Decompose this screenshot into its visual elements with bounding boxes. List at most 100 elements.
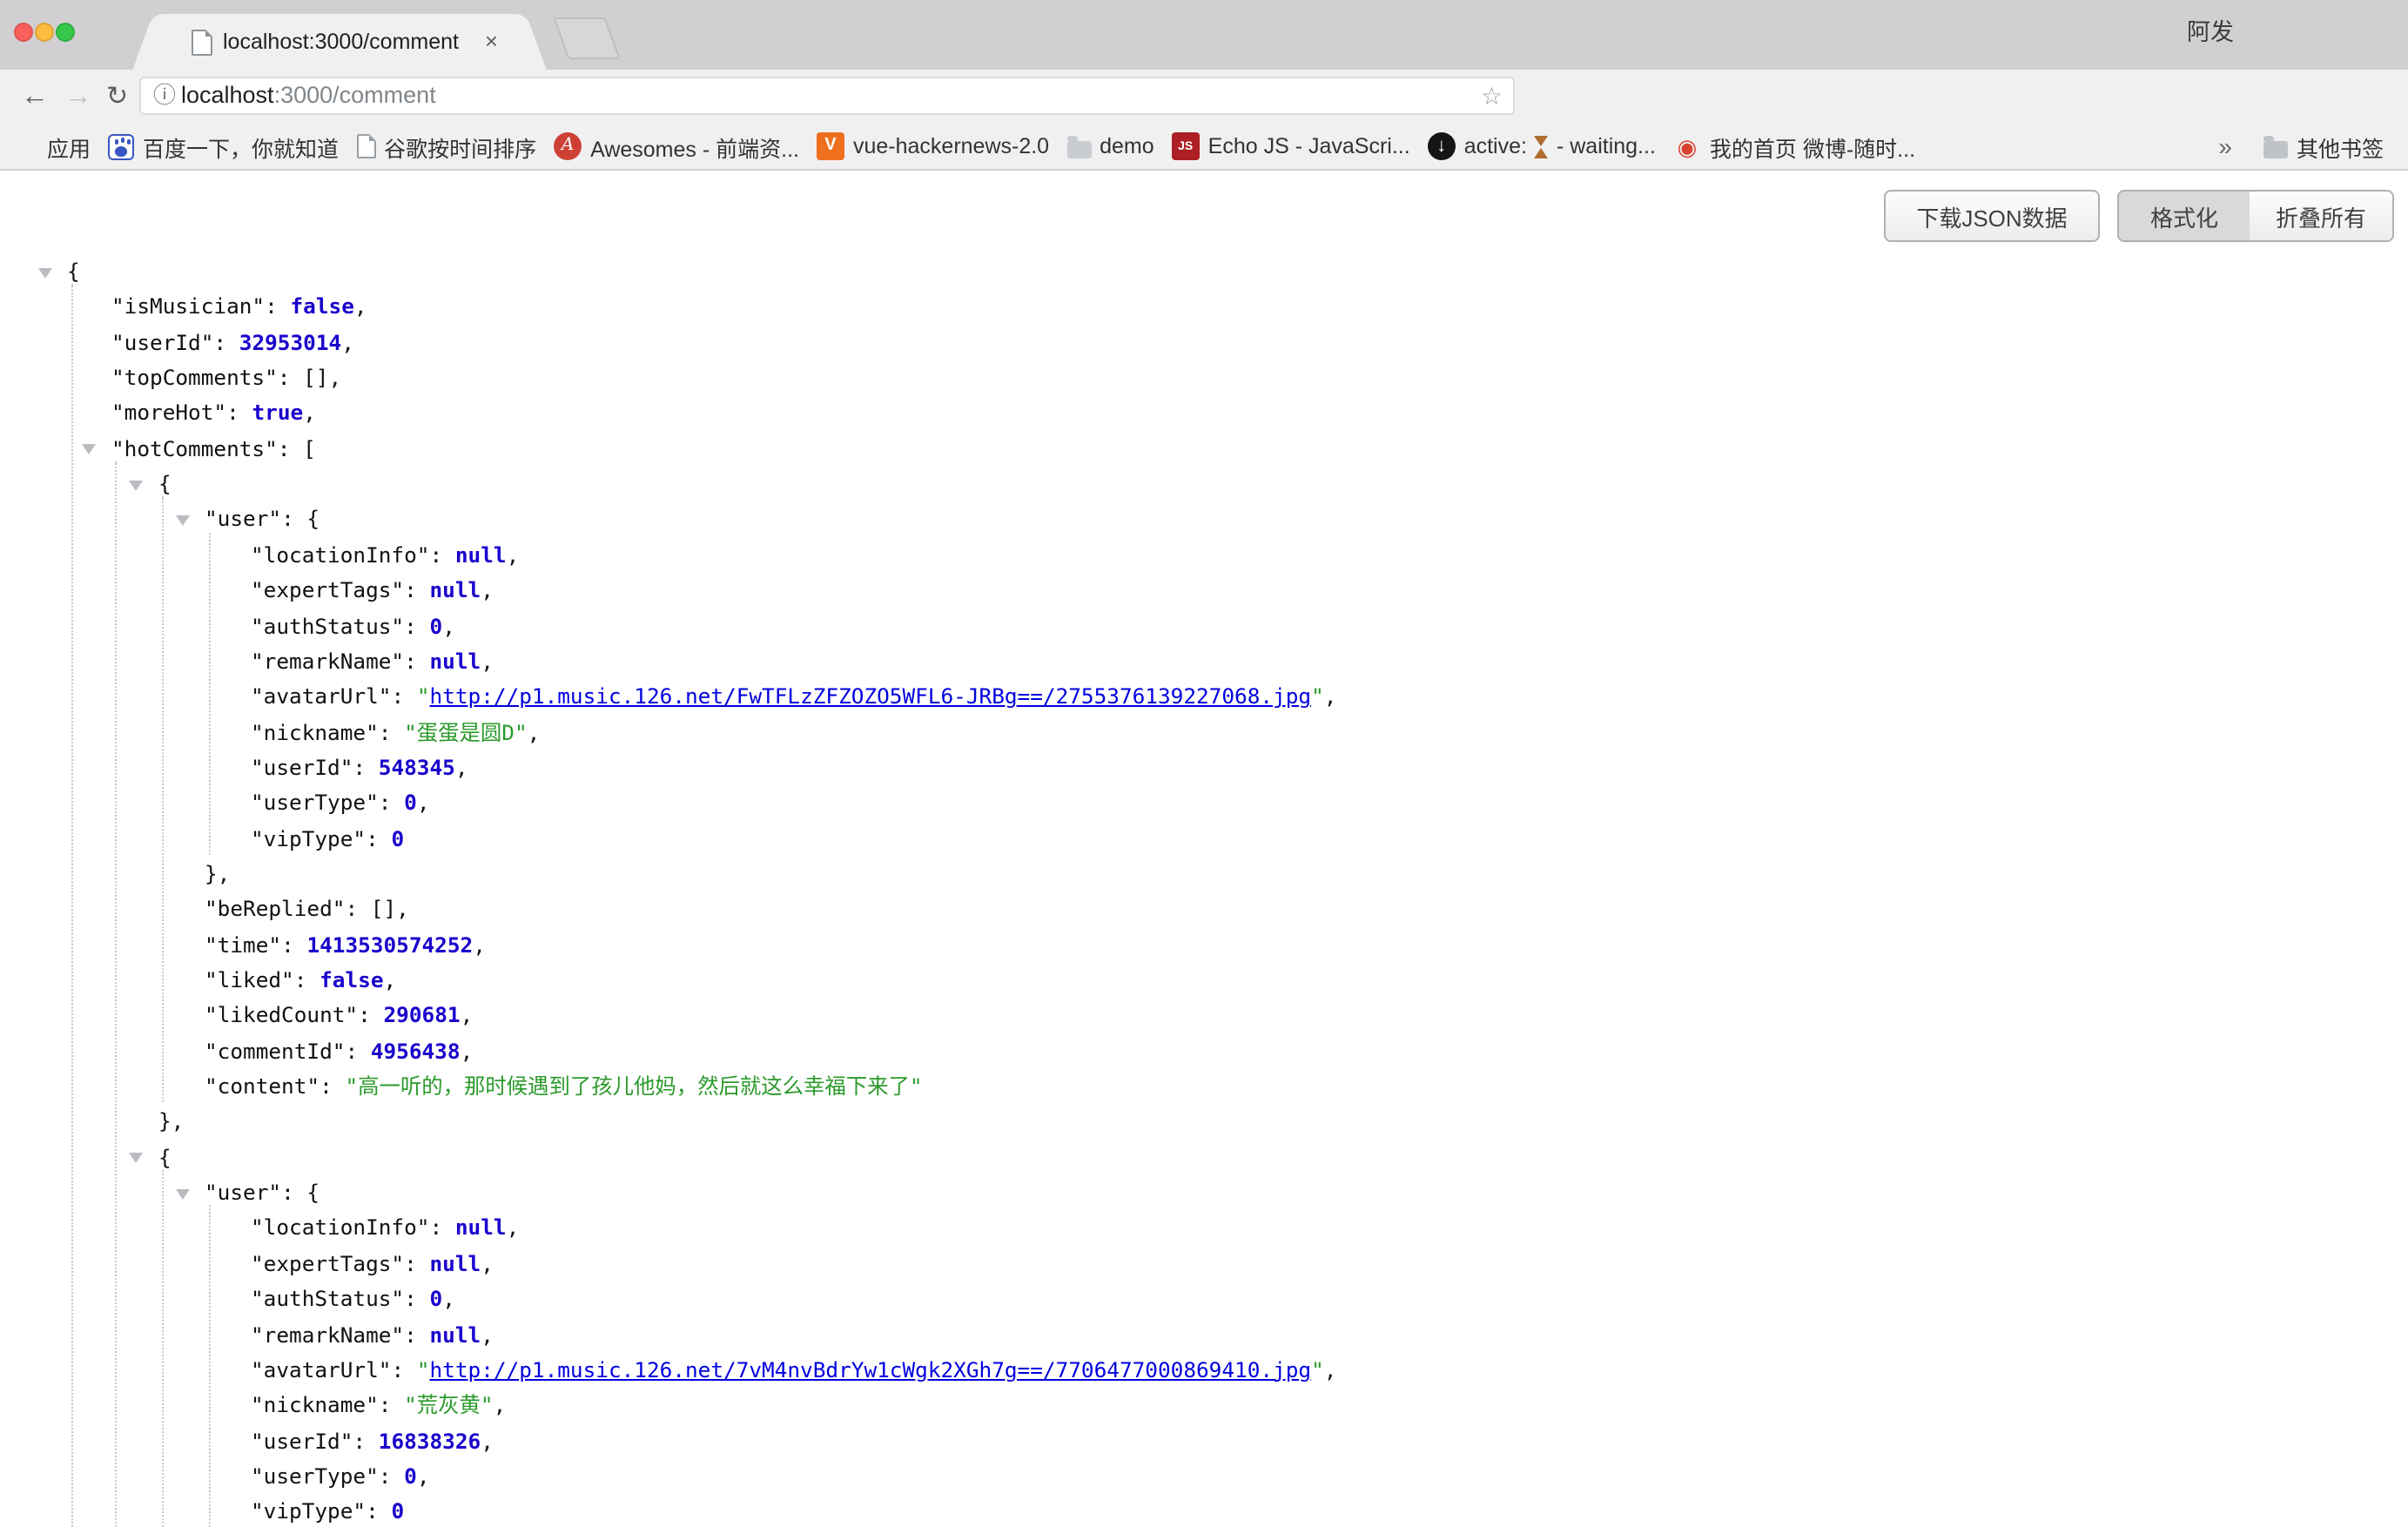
json-token: : xyxy=(319,1074,345,1099)
json-line: }, xyxy=(205,857,230,892)
json-token: "remarkName" xyxy=(251,1322,404,1347)
forward-button: → xyxy=(64,70,92,124)
json-token: : xyxy=(281,932,306,957)
download-circle-icon: ↓ xyxy=(1428,132,1456,160)
traffic-light-maximize[interactable] xyxy=(56,23,75,42)
reload-button[interactable]: ↻ xyxy=(106,70,128,124)
bookmark-label: Awesomes - 前端资... xyxy=(590,130,799,163)
json-tree: {"isMusician": false,"userId": 32953014,… xyxy=(0,171,2408,1527)
collapse-triangle-icon[interactable] xyxy=(37,267,51,278)
json-token: " xyxy=(1311,684,1324,709)
bookmark-item[interactable]: demo xyxy=(1066,134,1154,158)
json-token: null xyxy=(430,578,481,602)
download-json-button[interactable]: 下载JSON数据 xyxy=(1884,190,2100,242)
json-line: "user": { xyxy=(205,502,319,538)
json-line: "topComments": [], xyxy=(111,360,341,396)
traffic-light-minimize[interactable] xyxy=(35,23,54,42)
json-token: "likedCount" xyxy=(205,1004,358,1028)
json-line: "authStatus": 0, xyxy=(251,609,455,644)
tab-close-icon[interactable]: × xyxy=(485,14,498,68)
json-token: : xyxy=(294,968,319,992)
bookmark-item[interactable]: Vvue-hackernews-2.0 xyxy=(817,132,1049,160)
bookmark-item[interactable]: JSEcho JS - JavaScri... xyxy=(1172,132,1410,160)
json-token: 0 xyxy=(391,826,404,851)
json-token: 0 xyxy=(404,1464,417,1489)
json-token: , xyxy=(461,1039,474,1063)
json-token: , xyxy=(528,720,541,744)
bookmarks-overflow-chevron[interactable]: » xyxy=(2218,132,2232,160)
format-button[interactable]: 格式化 xyxy=(2117,190,2251,242)
profile-name[interactable]: 阿发 xyxy=(2187,0,2234,66)
json-token: : xyxy=(353,1429,378,1453)
bookmark-item[interactable]: 百度一下，你就知道 xyxy=(108,130,339,163)
browser-window: localhost:3000/comment × 阿发 ← → ↻ ⓘ loca… xyxy=(0,0,2408,1527)
json-token: null xyxy=(430,1252,481,1276)
other-bookmarks-button[interactable]: 其他书签 xyxy=(2263,130,2384,163)
json-token: 0 xyxy=(404,791,417,816)
bookmarks-bar: 应用百度一下，你就知道谷歌按时间排序 AAwesomes - 前端资... Vvue… xyxy=(0,124,2408,171)
bookmarks-list: 应用百度一下，你就知道谷歌按时间排序 AAwesomes - 前端资... Vvue… xyxy=(14,124,1933,169)
json-token: : xyxy=(429,543,454,568)
json-token: : xyxy=(379,1393,404,1417)
indent-guide xyxy=(162,497,164,1103)
site-info-icon[interactable]: ⓘ xyxy=(153,78,176,113)
json-token: , xyxy=(354,295,367,320)
bookmark-star-icon[interactable]: ☆ xyxy=(1481,78,1503,113)
bookmark-item[interactable]: ↓ active: - waiting... xyxy=(1428,132,1656,160)
collapse-all-button[interactable]: 折叠所有 xyxy=(2250,190,2394,242)
json-line: "userType": 0, xyxy=(251,1459,430,1495)
bookmark-label: - waiting... xyxy=(1557,134,1656,158)
url-path: :3000/comment xyxy=(274,82,436,108)
json-token: }, xyxy=(205,862,230,886)
json-token: 0 xyxy=(430,1287,443,1311)
json-token: " xyxy=(417,684,430,709)
json-token: : { xyxy=(281,1181,319,1205)
json-line: "locationInfo": null, xyxy=(251,1211,519,1247)
bookmark-item[interactable]: ◉我的首页 微博-随时... xyxy=(1673,130,1915,163)
collapse-triangle-icon[interactable] xyxy=(82,445,96,455)
json-token: 548345 xyxy=(379,756,455,780)
json-line: { xyxy=(158,1140,172,1176)
indent-guide xyxy=(208,533,210,855)
json-url-link[interactable]: http://p1.music.126.net/FwTFLzZFZOZO5WFL… xyxy=(430,684,1312,709)
json-line: "userId": 548345, xyxy=(251,750,468,786)
bookmark-label: demo xyxy=(1100,134,1154,158)
indent-guide xyxy=(71,285,72,1527)
collapse-triangle-icon[interactable] xyxy=(129,1154,143,1164)
json-token: null xyxy=(430,649,481,674)
json-token: { xyxy=(158,472,172,496)
bookmark-item[interactable]: 应用 xyxy=(14,130,91,163)
json-token: : xyxy=(404,1322,429,1347)
bookmarks-right: » 其他书签 xyxy=(2218,124,2384,169)
bookmark-item[interactable]: AAwesomes - 前端资... xyxy=(554,130,799,163)
json-token: "userId" xyxy=(111,330,213,354)
browser-tab[interactable]: localhost:3000/comment × xyxy=(164,14,515,70)
json-line: "user": { xyxy=(205,1175,319,1211)
traffic-light-close[interactable] xyxy=(14,23,33,42)
json-token: "locationInfo" xyxy=(251,543,429,568)
json-token: "userType" xyxy=(251,791,379,816)
url-text: localhost:3000/comment xyxy=(181,78,436,113)
echojs-icon: JS xyxy=(1172,132,1200,160)
json-token: , xyxy=(481,649,494,674)
collapse-triangle-icon[interactable] xyxy=(129,480,143,490)
page-icon xyxy=(356,134,375,158)
json-token: , xyxy=(303,401,316,426)
json-token: " xyxy=(417,1358,430,1382)
json-token: : xyxy=(353,756,378,780)
json-token: true xyxy=(252,401,303,426)
new-tab-button[interactable] xyxy=(553,17,620,59)
json-token: false xyxy=(291,295,354,320)
address-bar-input[interactable]: ⓘ localhost:3000/comment ☆ xyxy=(139,77,1515,115)
json-token: "userId" xyxy=(251,756,353,780)
json-line: "remarkName": null, xyxy=(251,644,494,680)
back-button[interactable]: ← xyxy=(21,70,49,124)
json-line: "nickname": "蛋蛋是圆D", xyxy=(251,715,540,750)
bookmark-item[interactable]: 谷歌按时间排序 xyxy=(356,130,536,163)
json-token: "荒灰黄" xyxy=(404,1393,494,1417)
bookmark-label: active: xyxy=(1464,134,1527,158)
collapse-triangle-icon[interactable] xyxy=(175,515,189,526)
collapse-triangle-icon[interactable] xyxy=(175,1188,189,1199)
tab-title: localhost:3000/comment xyxy=(223,14,459,70)
json-url-link[interactable]: http://p1.music.126.net/7vM4nvBdrYw1cWgk… xyxy=(430,1358,1312,1382)
